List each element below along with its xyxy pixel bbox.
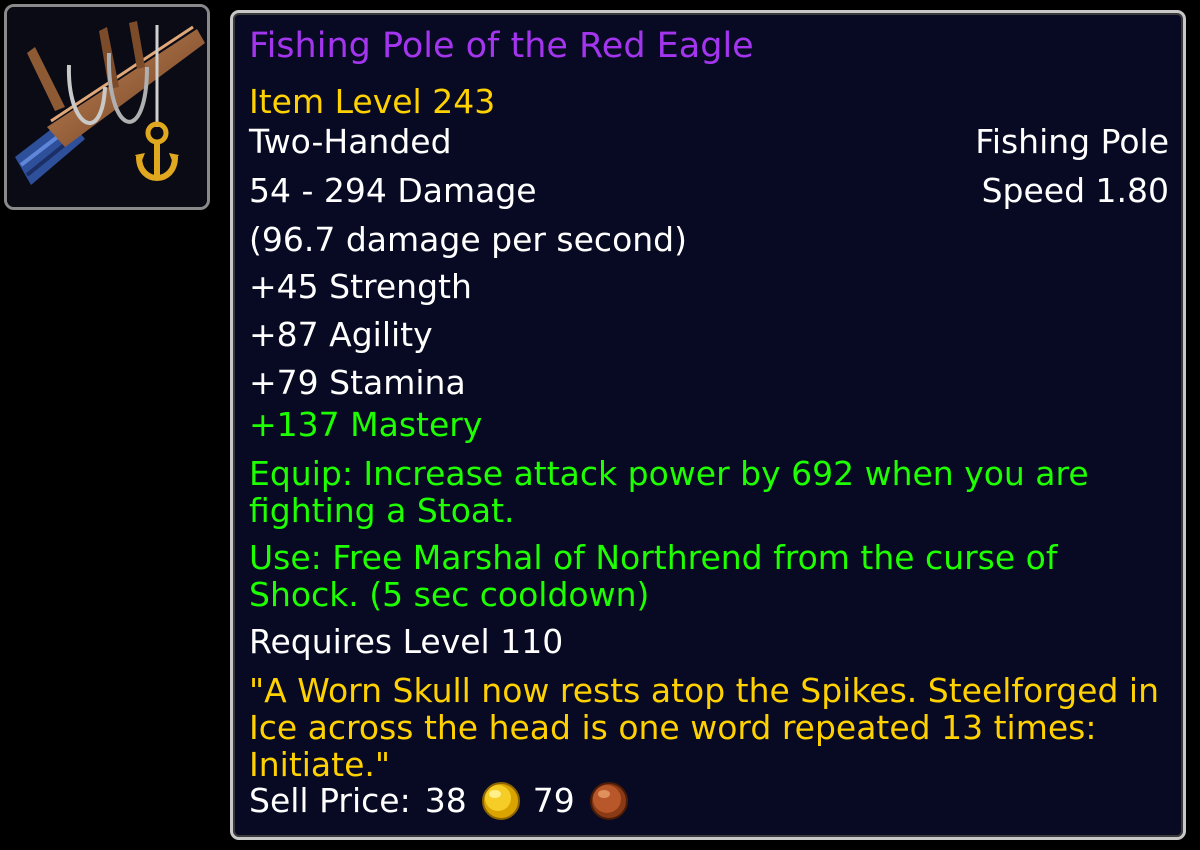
item-tooltip: Fishing Pole of the Red Eagle Item Level… <box>230 10 1186 840</box>
item-type: Fishing Pole <box>975 122 1169 161</box>
fishing-pole-icon <box>7 7 207 207</box>
item-speed: Speed 1.80 <box>981 171 1169 210</box>
level-requirement: Requires Level 110 <box>249 622 564 661</box>
item-name: Fishing Pole of the Red Eagle <box>249 26 754 66</box>
copper-coin-icon <box>589 782 628 820</box>
gold-coin-icon <box>481 782 520 820</box>
sell-price: Sell Price: 38 79 <box>249 781 1169 821</box>
item-level: Item Level 243 <box>249 82 496 121</box>
equip-effect: Equip: Increase attack power by 692 when… <box>249 454 1089 530</box>
slot-type-row: Two-Handed Fishing Pole <box>249 123 1169 161</box>
item-dps: (96.7 damage per second) <box>249 220 687 259</box>
stat-line: +87 Agility <box>249 315 433 354</box>
item-slot: Two-Handed <box>249 122 452 161</box>
gold-amount: 38 <box>424 781 467 820</box>
sell-price-label: Sell Price: <box>249 781 411 820</box>
item-damage: 54 - 294 Damage <box>249 171 537 210</box>
flavor-text: "A Worn Skull now rests atop the Spikes.… <box>249 671 1159 784</box>
silver-amount: 79 <box>532 781 575 820</box>
stat-line: +45 Strength <box>249 267 472 306</box>
stat-line: +79 Stamina <box>249 363 466 402</box>
item-icon-frame[interactable] <box>4 4 210 210</box>
use-effect: Use: Free Marshal of Northrend from the … <box>249 538 1058 614</box>
damage-speed-row: 54 - 294 Damage Speed 1.80 <box>249 172 1169 210</box>
bonus-stat: +137 Mastery <box>249 405 483 444</box>
